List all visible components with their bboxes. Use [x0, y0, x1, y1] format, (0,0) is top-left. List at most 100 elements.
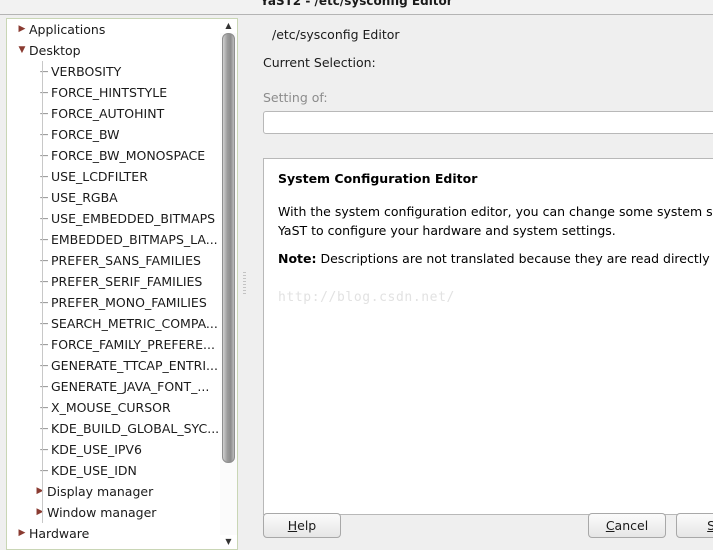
tree-item-label: Applications [29, 22, 106, 37]
tree-item-label: FORCE_FAMILY_PREFERE... [51, 337, 215, 352]
tree-item[interactable]: ─ FORCE_BW_MONOSPACE [7, 145, 221, 166]
setting-of-label: Setting of: [263, 90, 328, 105]
tree-item[interactable]: ▶ Display manager [7, 481, 221, 502]
tree-item-label: X_MOUSE_CURSOR [51, 400, 171, 415]
tree-item-label: EMBEDDED_BITMAPS_LA... [51, 232, 218, 247]
tree-item[interactable]: ─ KDE_USE_IDN [7, 460, 221, 481]
tree-branch-icon: ─ [40, 232, 48, 247]
main-content-panel: /etc/sysconfig Editor Current Selection:… [250, 18, 713, 550]
tree-item-label: FORCE_BW [51, 127, 120, 142]
window-titlebar: YaST2 - /etc/sysconfig Editor [0, 0, 713, 15]
tree-guide-line [42, 61, 43, 523]
tree-branch-icon: ─ [40, 190, 48, 205]
tree-item[interactable]: ─ SEARCH_METRIC_COMPA... [7, 313, 221, 334]
help-button[interactable]: Help [263, 513, 341, 538]
window-title: YaST2 - /etc/sysconfig Editor [260, 0, 453, 8]
tree-item[interactable]: ─ FORCE_FAMILY_PREFERE... [7, 334, 221, 355]
description-title: System Configuration Editor [278, 171, 478, 186]
tree-item-label: GENERATE_TTCAP_ENTRI... [51, 358, 218, 373]
tree-item[interactable]: ▶ Window manager [7, 502, 221, 523]
tree-item-label: Display manager [47, 484, 154, 499]
tree-item-label: FORCE_AUTOHINT [51, 106, 165, 121]
description-note: Note: Descriptions are not translated be… [278, 251, 713, 266]
tree-branch-icon: ─ [40, 106, 48, 121]
description-note-text: Descriptions are not translated because … [320, 251, 713, 266]
page-title: /etc/sysconfig Editor [272, 27, 400, 42]
tree-branch-icon: ─ [40, 442, 48, 457]
chevron-right-icon[interactable]: ▶ [15, 19, 29, 40]
tree-item[interactable]: ─ PREFER_SANS_FAMILIES [7, 250, 221, 271]
tree-branch-icon: ─ [40, 253, 48, 268]
tree-item[interactable]: ─ PREFER_SERIF_FAMILIES [7, 271, 221, 292]
tree-item[interactable]: ─ USE_LCDFILTER [7, 166, 221, 187]
description-box: System Configuration Editor With the sys… [263, 158, 713, 515]
panel-splitter[interactable] [240, 18, 250, 550]
tree-item-label: Desktop [29, 43, 81, 58]
tree-item-label: KDE_USE_IDN [51, 463, 137, 478]
tree-branch-icon: ─ [40, 379, 48, 394]
tree-item[interactable]: ─ USE_EMBEDDED_BITMAPS [7, 208, 221, 229]
tree-item[interactable]: ▶ Applications [7, 19, 221, 40]
tree-branch-icon: ─ [40, 358, 48, 373]
chevron-right-icon[interactable]: ▶ [33, 502, 47, 523]
tree-item[interactable]: ─ KDE_BUILD_GLOBAL_SYC... [7, 418, 221, 439]
tree-item-label: PREFER_MONO_FAMILIES [51, 295, 207, 310]
watermark-text: http://blog.csdn.net/ [278, 290, 455, 305]
tree-vertical-scrollbar[interactable]: ▲ ▼ [220, 19, 237, 549]
tree-item-label: FORCE_HINTSTYLE [51, 85, 168, 100]
tree-item[interactable]: ▶ Hardware [7, 523, 221, 544]
tree-item[interactable]: ─ USE_RGBA [7, 187, 221, 208]
tree-item-label: KDE_USE_IPV6 [51, 442, 142, 457]
tree-item[interactable]: ▼ Desktop [7, 40, 221, 61]
tree-item-label: KDE_BUILD_GLOBAL_SYC... [51, 421, 220, 436]
tree-branch-icon: ─ [40, 337, 48, 352]
tree-branch-icon: ─ [40, 85, 48, 100]
tree-branch-icon: ─ [40, 421, 48, 436]
tree-branch-icon: ─ [40, 127, 48, 142]
tree-item[interactable]: ─ X_MOUSE_CURSOR [7, 397, 221, 418]
tree-item-label: PREFER_SANS_FAMILIES [51, 253, 201, 268]
cancel-button[interactable]: Cancel [588, 513, 666, 538]
splitter-grip-icon [243, 272, 246, 296]
set-button[interactable]: Se [676, 513, 713, 538]
tree-item[interactable]: ─ VERBOSITY [7, 61, 221, 82]
tree-item-label: PREFER_SERIF_FAMILIES [51, 274, 203, 289]
tree-item[interactable]: ─ FORCE_AUTOHINT [7, 103, 221, 124]
tree-branch-icon: ─ [40, 274, 48, 289]
chevron-right-icon[interactable]: ▶ [15, 523, 29, 544]
tree-item-label: Network [29, 544, 81, 549]
chevron-right-icon[interactable]: ▶ [15, 544, 29, 549]
tree-branch-icon: ─ [40, 169, 48, 184]
tree-item[interactable]: ─ EMBEDDED_BITMAPS_LA... [7, 229, 221, 250]
scrollbar-track[interactable] [220, 33, 237, 535]
tree-branch-icon: ─ [40, 211, 48, 226]
scrollbar-thumb[interactable] [222, 33, 235, 463]
tree-item-label: Hardware [29, 526, 90, 541]
tree-branch-icon: ─ [40, 148, 48, 163]
tree-item[interactable]: ─ FORCE_HINTSTYLE [7, 82, 221, 103]
chevron-down-icon[interactable]: ▼ [15, 40, 29, 61]
tree-item[interactable]: ─ KDE_USE_IPV6 [7, 439, 221, 460]
tree-item-label: Window manager [47, 505, 157, 520]
tree-item[interactable]: ▶Network [7, 544, 221, 549]
tree-item-label: FORCE_BW_MONOSPACE [51, 148, 206, 163]
tree-item-label: SEARCH_METRIC_COMPA... [51, 316, 218, 331]
configuration-tree-panel: ▶ Applications ▼ Desktop ─ VERBOSITY ─ FORCE_HI… [6, 18, 238, 550]
tree-item-label: USE_RGBA [51, 190, 118, 205]
scroll-down-arrow-icon[interactable]: ▼ [220, 535, 237, 549]
tree-branch-icon: ─ [40, 463, 48, 478]
setting-value-input[interactable] [263, 111, 713, 134]
tree-branch-icon: ─ [40, 316, 48, 331]
tree-item[interactable]: ─ GENERATE_TTCAP_ENTRI... [7, 355, 221, 376]
tree-item[interactable]: ─ GENERATE_JAVA_FONT_... [7, 376, 221, 397]
tree-item-label: GENERATE_JAVA_FONT_... [51, 379, 210, 394]
scroll-up-arrow-icon[interactable]: ▲ [220, 19, 237, 33]
tree-item[interactable]: ─ PREFER_MONO_FAMILIES [7, 292, 221, 313]
tree-item[interactable]: ─ FORCE_BW [7, 124, 221, 145]
configuration-tree[interactable]: ▶ Applications ▼ Desktop ─ VERBOSITY ─ FORCE_HI… [7, 19, 221, 549]
chevron-right-icon[interactable]: ▶ [33, 481, 47, 502]
tree-branch-icon: ─ [40, 295, 48, 310]
tree-item-label: VERBOSITY [51, 64, 122, 79]
description-body: With the system configuration editor, yo… [278, 204, 713, 238]
tree-item-label: USE_LCDFILTER [51, 169, 148, 184]
